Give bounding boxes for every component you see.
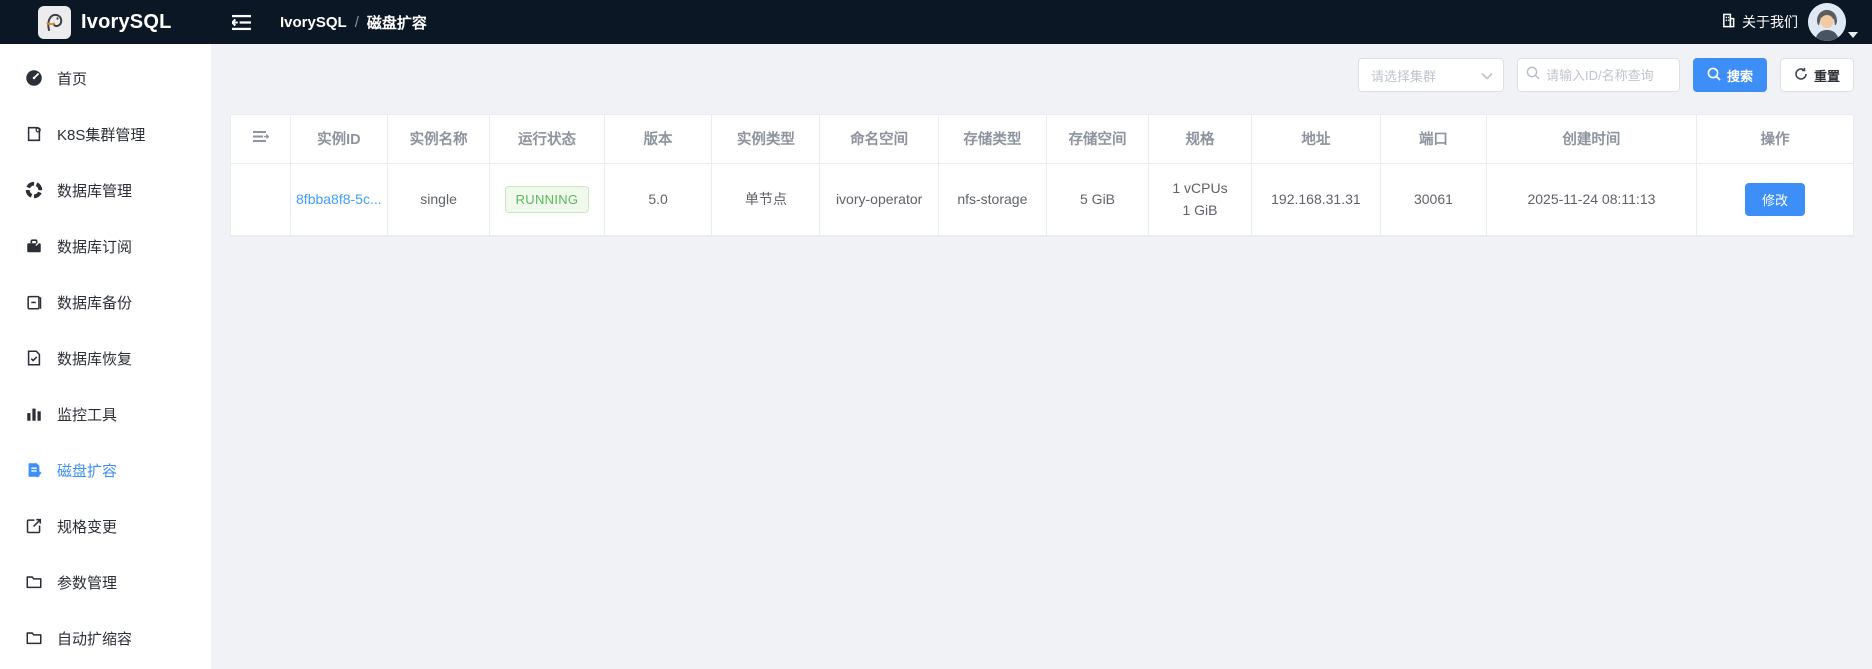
col-header-instance-id: 实例ID [290, 115, 388, 164]
col-header-address: 地址 [1251, 115, 1382, 164]
top-bar: IvorySQL IvorySQL / 磁盘扩容 关于我们 [0, 0, 1872, 44]
status-badge: RUNNING [504, 185, 590, 213]
column-settings-header[interactable] [231, 115, 291, 164]
backup-icon [24, 293, 43, 312]
monitor-icon [24, 405, 43, 424]
reset-button[interactable]: 重置 [1779, 58, 1854, 92]
table-header-row: 实例ID 实例名称 运行状态 版本 实例类型 命名空间 存储类型 存储空间 规格… [231, 115, 1853, 164]
version-cell: 5.0 [604, 163, 713, 236]
col-header-actions: 操作 [1696, 115, 1853, 164]
col-header-version: 版本 [604, 115, 713, 164]
sidebar-item-database-manage[interactable]: 数据库管理 [0, 162, 211, 218]
port-cell: 30061 [1380, 163, 1487, 236]
search-icon [1526, 66, 1540, 85]
search-box [1516, 58, 1680, 92]
sidebar-item-database-subscribe[interactable]: 数据库订阅 [0, 218, 211, 274]
table-row: 8fbba8f8-5c... single RUNNING 5.0 单节点 iv… [231, 163, 1853, 236]
breadcrumb-separator: / [354, 13, 359, 31]
storage-type-cell: nfs-storage [938, 163, 1047, 236]
sidebar-item-home[interactable]: 首页 [0, 50, 211, 106]
sidebar-item-label: 规格变更 [57, 518, 118, 536]
brand-name: IvorySQL [81, 10, 172, 33]
col-header-created-at: 创建时间 [1486, 115, 1698, 164]
brand: IvorySQL [0, 5, 211, 39]
instance-id-link[interactable]: 8fbba8f8-5c... [296, 191, 382, 207]
chevron-down-icon [1848, 32, 1858, 38]
col-header-status: 运行状态 [489, 115, 605, 164]
chevron-down-icon [1481, 68, 1493, 83]
created-at-cell: 2025-11-24 08:11:13 [1486, 163, 1698, 236]
storage-size-cell: 5 GiB [1046, 163, 1150, 236]
namespace-cell: ivory-operator [819, 163, 939, 236]
search-button-label: 搜索 [1726, 68, 1753, 84]
sidebar-item-label: 磁盘扩容 [57, 462, 118, 480]
ivorysql-logo-icon [38, 5, 71, 39]
cluster-select-placeholder: 请选择集群 [1370, 68, 1436, 84]
database-manage-icon [24, 181, 43, 200]
col-header-namespace: 命名空间 [819, 115, 939, 164]
col-header-spec: 规格 [1148, 115, 1252, 164]
sidebar-item-k8s-cluster[interactable]: K8S集群管理 [0, 106, 211, 162]
sidebar-item-spec-change[interactable]: 规格变更 [0, 498, 211, 554]
sidebar-item-label: 监控工具 [57, 406, 118, 424]
spec-change-icon [24, 517, 43, 536]
sidebar-item-label: 数据库备份 [57, 294, 133, 312]
refresh-icon [1794, 67, 1808, 84]
filter-toolbar: 请选择集群 搜索 重置 [230, 58, 1854, 92]
sidebar-item-label: 数据库订阅 [57, 238, 133, 256]
disk-expand-icon [24, 461, 43, 480]
spec-memory: 1 GiB [1182, 202, 1218, 218]
sidebar-item-label: 参数管理 [57, 574, 118, 592]
col-header-instance-name: 实例名称 [387, 115, 491, 164]
reset-button-label: 重置 [1813, 68, 1840, 84]
about-us-label: 关于我们 [1742, 14, 1798, 30]
param-icon [24, 573, 43, 592]
breadcrumb-root[interactable]: IvorySQL [280, 14, 347, 31]
sidebar-item-label: 数据库管理 [57, 182, 133, 200]
subscription-icon [24, 237, 43, 256]
sidebar-item-label: K8S集群管理 [57, 126, 146, 144]
autoscale-icon [24, 629, 43, 648]
user-menu[interactable] [1808, 0, 1858, 44]
sidebar-item-param-manage[interactable]: 参数管理 [0, 554, 211, 610]
sidebar-item-label: 数据库恢复 [57, 350, 133, 368]
instance-name-cell: single [387, 163, 491, 236]
sidebar-item-label: 首页 [57, 70, 88, 88]
about-us-link[interactable]: 关于我们 [1721, 12, 1798, 32]
row-handle-cell [231, 163, 291, 236]
search-input[interactable] [1545, 67, 1671, 83]
col-header-port: 端口 [1380, 115, 1487, 164]
main-content: 请选择集群 搜索 重置 [211, 44, 1872, 669]
column-settings-icon[interactable] [252, 130, 269, 143]
address-cell: 192.168.31.31 [1251, 163, 1382, 236]
sidebar-item-disk-expand[interactable]: 磁盘扩容 [0, 442, 211, 498]
search-icon [1707, 67, 1721, 84]
col-header-storage-size: 存储空间 [1046, 115, 1150, 164]
search-button[interactable]: 搜索 [1692, 58, 1767, 92]
building-icon [1721, 13, 1736, 31]
dashboard-icon [24, 69, 43, 88]
menu-fold-icon[interactable] [232, 14, 251, 31]
cluster-icon [24, 125, 43, 144]
instances-table: 实例ID 实例名称 运行状态 版本 实例类型 命名空间 存储类型 存储空间 规格… [230, 114, 1854, 237]
breadcrumb-current: 磁盘扩容 [366, 14, 427, 32]
instance-type-cell: 单节点 [711, 163, 821, 236]
sidebar-item-monitor-tools[interactable]: 监控工具 [0, 386, 211, 442]
sidebar: 首页 K8S集群管理 数据库管理 数据库订阅 数据库备份 数据库恢复 监控工具 … [0, 44, 211, 669]
restore-icon [24, 349, 43, 368]
col-header-instance-type: 实例类型 [711, 115, 821, 164]
spec-cell: 1 vCPUs 1 GiB [1148, 163, 1252, 236]
sidebar-item-database-restore[interactable]: 数据库恢复 [0, 330, 211, 386]
col-header-storage-type: 存储类型 [938, 115, 1047, 164]
spec-cpu: 1 vCPUs [1172, 179, 1228, 196]
sidebar-item-label: 自动扩缩容 [57, 630, 133, 648]
sidebar-item-autoscale[interactable]: 自动扩缩容 [0, 610, 211, 666]
breadcrumb: IvorySQL / 磁盘扩容 [280, 12, 427, 33]
cluster-select[interactable]: 请选择集群 [1357, 58, 1504, 92]
avatar[interactable] [1808, 3, 1846, 41]
sidebar-item-database-backup[interactable]: 数据库备份 [0, 274, 211, 330]
edit-button[interactable]: 修改 [1745, 182, 1806, 216]
